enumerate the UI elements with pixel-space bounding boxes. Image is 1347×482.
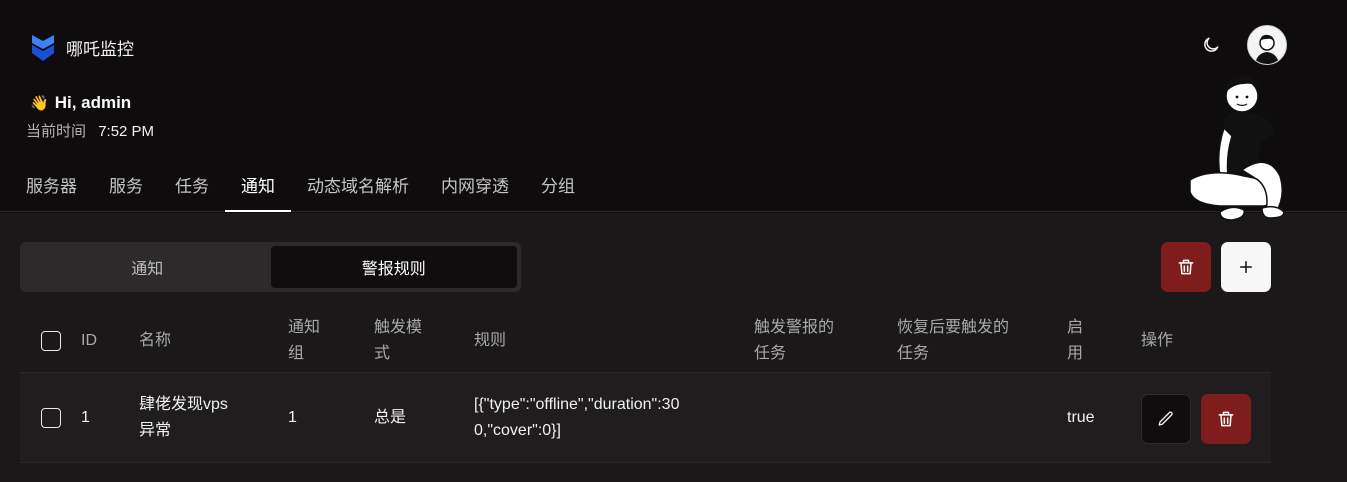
row-rules: [{"type":"offline","duration":30 0,"cove… (474, 392, 679, 444)
notification-segment-control: 通知 警报规则 (20, 242, 521, 292)
edit-rule-button[interactable] (1141, 394, 1191, 444)
tab-tasks[interactable]: 任务 (159, 172, 225, 212)
row-notify-group: 1 (288, 409, 297, 426)
header-alert-task-line2: 任务 (754, 345, 787, 362)
header-alert-task-line1: 触发警报的 (754, 319, 835, 336)
segment-alert-rules[interactable]: 警报规则 (270, 246, 517, 288)
header-alert-task: 触发警报的 任务 (754, 315, 834, 367)
row-rules-line2: 0,"cover":0}] (474, 422, 561, 439)
moon-icon (1204, 37, 1219, 52)
brand-name: 哪吒监控 (66, 39, 134, 59)
header-name: 名称 (139, 332, 172, 349)
header-recover-task-line1: 恢复后要触发的 (897, 319, 1010, 336)
main-content: 通知 警报规则 ID 名称 通知 组 触发模 式 规则 触发警报的 任务 恢复后… (0, 213, 1347, 482)
nezha-logo-icon (32, 35, 54, 61)
delete-rule-button[interactable] (1201, 394, 1251, 444)
row-select-checkbox[interactable] (41, 408, 61, 428)
select-all-checkbox[interactable] (41, 331, 61, 351)
plus-icon (1240, 261, 1252, 273)
table-row: 1 肆佬发现vps 异常 1 总是 [{"type":"offline","du… (20, 373, 1271, 463)
header-trigger-mode: 触发模 式 (374, 315, 422, 367)
trash-icon (1218, 411, 1234, 427)
add-rule-button[interactable] (1221, 242, 1271, 292)
header-recover-task: 恢复后要触发的 任务 (897, 315, 1009, 367)
trash-icon (1178, 259, 1194, 275)
tab-services[interactable]: 服务 (93, 172, 159, 212)
row-name: 肆佬发现vps 异常 (139, 392, 228, 444)
bulk-delete-button[interactable] (1161, 242, 1211, 292)
row-trigger-mode: 总是 (374, 409, 407, 426)
header-rules: 规则 (474, 332, 507, 349)
header-recover-task-line2: 任务 (897, 345, 930, 362)
header-notify-group-line2: 组 (288, 345, 305, 362)
header-id: ID (81, 332, 97, 349)
header-enabled-line1: 启 (1067, 319, 1084, 336)
current-time-label: 当前时间 (26, 123, 87, 140)
tab-groups[interactable]: 分组 (525, 172, 591, 212)
segment-notifications[interactable]: 通知 (24, 246, 271, 288)
wave-emoji-icon: 👋 (30, 95, 49, 112)
row-name-line2: 异常 (139, 422, 172, 439)
row-rules-line1: [{"type":"offline","duration":30 (474, 396, 680, 413)
alert-rules-table: ID 名称 通知 组 触发模 式 规则 触发警报的 任务 恢复后要触发的 任务 … (20, 308, 1271, 463)
top-actions (1197, 25, 1287, 65)
header-trigger-mode-line2: 式 (374, 345, 391, 362)
pencil-icon (1158, 411, 1173, 426)
tab-servers[interactable]: 服务器 (10, 172, 93, 212)
current-time-value: 7:52 PM (98, 123, 155, 140)
current-time: 当前时间 7:52 PM (26, 120, 154, 141)
user-avatar[interactable] (1247, 25, 1287, 65)
tab-nat[interactable]: 内网穿透 (425, 172, 525, 212)
brand[interactable]: 哪吒监控 (30, 32, 134, 62)
row-id: 1 (81, 409, 90, 426)
header-trigger-mode-line1: 触发模 (374, 319, 423, 336)
header-enabled: 启 用 (1067, 315, 1083, 367)
header-enabled-line2: 用 (1067, 345, 1084, 362)
row-enabled: true (1067, 409, 1095, 426)
header-notify-group-line1: 通知 (288, 319, 321, 336)
sitting-person-illustration (1189, 76, 1285, 221)
table-header: ID 名称 通知 组 触发模 式 规则 触发警报的 任务 恢复后要触发的 任务 … (20, 308, 1271, 373)
tab-notifications[interactable]: 通知 (225, 172, 291, 212)
tab-ddns[interactable]: 动态域名解析 (291, 172, 425, 212)
avatar-person-icon (1255, 34, 1279, 64)
row-name-line1: 肆佬发现vps (139, 396, 228, 413)
greeting-text: Hi, admin (54, 93, 132, 112)
theme-toggle-button[interactable] (1197, 31, 1225, 59)
header-actions: 操作 (1141, 332, 1174, 349)
header-notify-group: 通知 组 (288, 315, 320, 367)
header: 哪吒监控 👋 Hi, admin 当前时间 7:52 PM 服务器 服务 任务 … (0, 0, 1347, 212)
main-nav: 服务器 服务 任务 通知 动态域名解析 内网穿透 分组 (10, 172, 591, 212)
greeting: 👋 Hi, admin (30, 93, 131, 113)
